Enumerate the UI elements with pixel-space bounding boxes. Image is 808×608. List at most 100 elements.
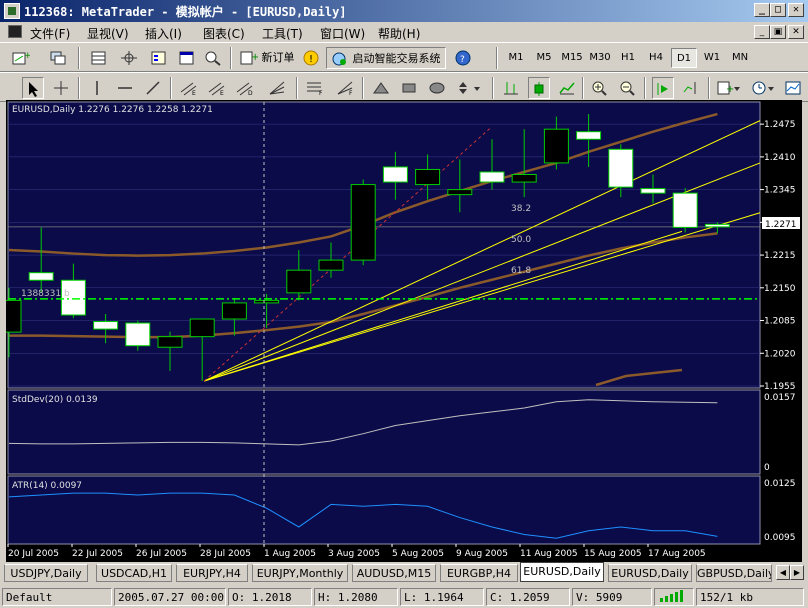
fibo-icon: E bbox=[208, 82, 225, 96]
current-price-label: 1.2271 bbox=[765, 220, 797, 230]
candle-chart-button[interactable] bbox=[528, 77, 550, 99]
menu-charts[interactable]: 图表(C) bbox=[203, 25, 245, 42]
tab-gbpusd-daily[interactable]: GBPUSD,Daily bbox=[696, 564, 772, 582]
warning-icon: ! bbox=[303, 50, 319, 65]
trendline-button[interactable] bbox=[142, 77, 164, 99]
triangle-button[interactable] bbox=[370, 77, 392, 99]
chart-window[interactable]: EURUSD,Daily 1.2276 1.2276 1.2258 1.2271… bbox=[0, 100, 802, 562]
tab-scroll-left-button[interactable]: ◀ bbox=[776, 565, 790, 580]
menu-view[interactable]: 显视(V) bbox=[87, 25, 129, 42]
fibo-levels-button[interactable]: F bbox=[304, 77, 326, 99]
candle-body bbox=[543, 128, 569, 164]
candle-body bbox=[28, 272, 54, 281]
alert-button[interactable]: ! bbox=[300, 47, 322, 69]
tab-usdcad-h1[interactable]: USDCAD,H1 bbox=[96, 564, 172, 582]
navigator-button[interactable] bbox=[148, 47, 170, 69]
rectangle-button[interactable] bbox=[398, 77, 420, 99]
timeframe-d1[interactable]: D1 bbox=[671, 48, 697, 68]
navigator-icon bbox=[151, 51, 166, 64]
minimize-button[interactable]: _ bbox=[754, 3, 770, 17]
maximize-button[interactable]: □ bbox=[770, 3, 786, 17]
toolbar-separator bbox=[582, 77, 584, 99]
line-chart-button[interactable] bbox=[556, 77, 578, 99]
mdi-restore-button[interactable]: ▣ bbox=[770, 25, 786, 39]
cursor-button[interactable] bbox=[22, 77, 44, 99]
menu-file[interactable]: 文件(F) bbox=[30, 25, 70, 42]
data-window-button[interactable] bbox=[118, 47, 140, 69]
autoscroll-button[interactable] bbox=[652, 77, 674, 99]
chart-header: EURUSD,Daily 1.2276 1.2276 1.2258 1.2271 bbox=[12, 105, 213, 115]
timeframe-m1[interactable]: M1 bbox=[503, 48, 529, 68]
tab-eurusd-daily-active[interactable]: EURUSD,Daily bbox=[520, 562, 604, 582]
zoom-out-button[interactable] bbox=[616, 77, 638, 99]
tab-scroll-right-button[interactable]: ▶ bbox=[790, 565, 804, 580]
help-button[interactable]: ? bbox=[452, 47, 474, 69]
chart-shift-button[interactable] bbox=[680, 77, 702, 99]
crosshair-icon bbox=[54, 80, 68, 95]
channel-button[interactable]: E bbox=[178, 77, 200, 99]
timeframe-m30[interactable]: M30 bbox=[587, 48, 613, 68]
fibo-fan-button[interactable]: F bbox=[334, 77, 356, 99]
price-tick-label: 1.2345 bbox=[764, 186, 796, 196]
horizontal-line-button[interactable] bbox=[114, 77, 136, 99]
mdi-minimize-button[interactable]: _ bbox=[754, 25, 770, 39]
terminal-button[interactable] bbox=[176, 47, 198, 69]
gann-fan-button[interactable] bbox=[266, 77, 288, 99]
timeframe-m5[interactable]: M5 bbox=[531, 48, 557, 68]
svg-text:!: ! bbox=[309, 54, 313, 65]
drawing-toolbar: E E D F F + bbox=[0, 72, 808, 102]
atr-pane[interactable] bbox=[7, 475, 761, 545]
timeframe-w1[interactable]: W1 bbox=[699, 48, 725, 68]
zoom-in-icon bbox=[592, 81, 607, 96]
timeframe-h4[interactable]: H4 bbox=[643, 48, 669, 68]
bar-chart-button[interactable] bbox=[500, 77, 522, 99]
toolbar-separator bbox=[708, 77, 710, 99]
fibo-levels-icon: F bbox=[307, 82, 323, 96]
market-watch-button[interactable] bbox=[88, 47, 110, 69]
new-chart-button[interactable]: + bbox=[10, 47, 32, 69]
status-volume: V: 5909 bbox=[572, 588, 652, 606]
candle-body bbox=[221, 302, 247, 320]
menu-insert[interactable]: 插入(I) bbox=[145, 25, 182, 42]
tab-eurjpy-h4[interactable]: EURJPY,H4 bbox=[176, 564, 248, 582]
tab-eurgbp-h4[interactable]: EURGBP,H4 bbox=[440, 564, 518, 582]
close-button[interactable]: ✕ bbox=[788, 3, 804, 17]
horizontal-line-icon bbox=[118, 86, 132, 89]
ellipse-icon bbox=[429, 82, 445, 93]
fibo-button[interactable]: E bbox=[206, 77, 228, 99]
profiles-button[interactable] bbox=[48, 47, 70, 69]
menu-help[interactable]: 帮助(H) bbox=[378, 25, 420, 42]
app-icon[interactable] bbox=[4, 3, 20, 19]
periods-button[interactable] bbox=[748, 77, 778, 99]
gann-button[interactable]: D bbox=[234, 77, 256, 99]
chart-canvas[interactable]: EURUSD,Daily 1.2276 1.2276 1.2258 1.2271… bbox=[0, 100, 802, 562]
new-order-button[interactable]: + 新订单 bbox=[236, 47, 299, 69]
timeframe-mn[interactable]: MN bbox=[727, 48, 753, 68]
price-pane[interactable] bbox=[7, 101, 761, 389]
crosshair-button[interactable] bbox=[50, 77, 72, 99]
tab-eurusd-daily[interactable]: EURUSD,Daily bbox=[608, 564, 692, 582]
price-tick-label: 1.2410 bbox=[764, 153, 796, 163]
tab-eurjpy-monthly[interactable]: EURJPY,Monthly bbox=[252, 564, 348, 582]
atr-tick-min: 0.0095 bbox=[764, 533, 796, 543]
price-tick-label: 1.2150 bbox=[764, 284, 796, 294]
mdi-close-button[interactable]: ✕ bbox=[788, 25, 804, 39]
stddev-pane[interactable] bbox=[7, 389, 761, 475]
arrows-button[interactable] bbox=[454, 77, 484, 99]
zoom-in-button[interactable] bbox=[588, 77, 610, 99]
tab-usdjpy-daily[interactable]: USDJPY,Daily bbox=[4, 564, 88, 582]
candle-body bbox=[254, 299, 280, 304]
candle-body bbox=[415, 168, 441, 186]
tester-button[interactable] bbox=[202, 47, 224, 69]
indicators-button[interactable]: + bbox=[714, 77, 744, 99]
expert-advisors-button[interactable]: 启动智能交易系统 bbox=[326, 47, 446, 69]
menu-tools[interactable]: 工具(T) bbox=[262, 25, 303, 42]
tab-audusd-m15[interactable]: AUDUSD,M15 bbox=[352, 564, 436, 582]
vertical-line-button[interactable] bbox=[86, 77, 108, 99]
templates-button[interactable] bbox=[782, 77, 804, 99]
chart-window-icon[interactable] bbox=[8, 25, 22, 38]
timeframe-m15[interactable]: M15 bbox=[559, 48, 585, 68]
timeframe-h1[interactable]: H1 bbox=[615, 48, 641, 68]
ellipse-button[interactable] bbox=[426, 77, 448, 99]
menu-window[interactable]: 窗口(W) bbox=[320, 25, 365, 42]
